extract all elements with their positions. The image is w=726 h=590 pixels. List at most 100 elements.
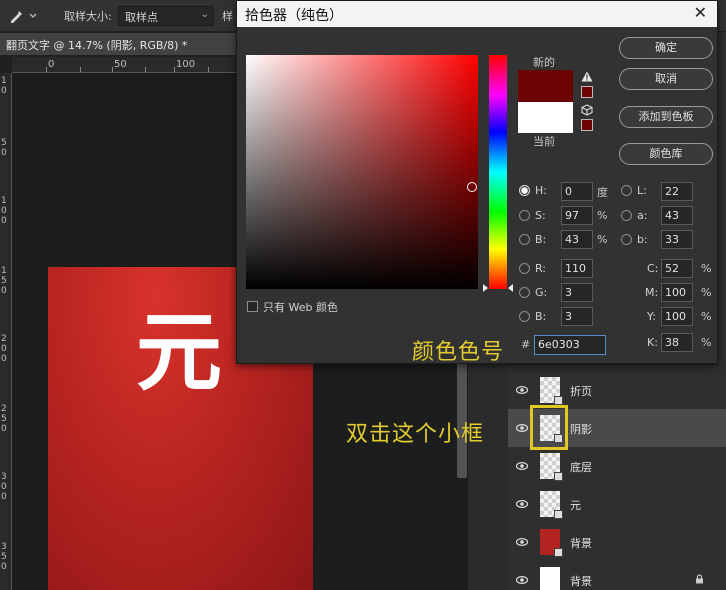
hue-slider[interactable]: [489, 55, 507, 289]
eye-icon[interactable]: [515, 460, 529, 472]
web-safe-cube-icon[interactable]: [581, 104, 593, 116]
close-icon[interactable]: ✕: [694, 3, 707, 22]
radio-blue[interactable]: [519, 311, 530, 322]
cyan-label: C:: [647, 262, 659, 275]
layer-name: 背景: [570, 537, 592, 550]
hue-input[interactable]: 0: [561, 182, 593, 201]
gamut-warning-icon[interactable]: [581, 71, 593, 82]
add-to-swatches-button[interactable]: 添加到色板: [619, 106, 713, 128]
red-label: R:: [535, 262, 547, 275]
black-input[interactable]: 38: [661, 333, 693, 352]
web-colors-only-label: 只有 Web 颜色: [263, 301, 338, 314]
lab-a-input[interactable]: 43: [661, 206, 693, 225]
ruler-v-label: 0: [1, 482, 7, 492]
new-color-label: 新的: [533, 56, 555, 69]
ruler-v-label: 0: [1, 424, 7, 434]
new-color-swatch: [518, 70, 573, 102]
yellow-unit: %: [701, 310, 712, 323]
eye-icon[interactable]: [515, 384, 529, 396]
ruler-v-label: 0: [1, 86, 7, 96]
magenta-input[interactable]: 100: [661, 283, 693, 302]
yellow-label: Y:: [647, 310, 656, 323]
document-tab[interactable]: 翻页文字 @ 14.7% (阴影, RGB/8) *: [0, 33, 236, 55]
ok-button[interactable]: 确定: [619, 37, 713, 59]
chevron-down-icon: ⌄: [200, 9, 209, 20]
hue-slider-arrow-right-icon[interactable]: [508, 284, 513, 292]
radio-brightness[interactable]: [519, 234, 530, 245]
red-input[interactable]: 110: [561, 259, 593, 278]
current-color-swatch[interactable]: [518, 102, 573, 133]
ruler-v-label: 5: [1, 414, 7, 424]
eye-icon[interactable]: [515, 422, 529, 434]
web-safe-swatch[interactable]: [581, 119, 593, 131]
ruler-h-label: 100: [176, 59, 196, 70]
color-field-cursor[interactable]: [467, 182, 477, 192]
layer-row[interactable]: 背景: [508, 561, 726, 590]
radio-saturation[interactable]: [519, 210, 530, 221]
ruler-v-label: 0: [1, 148, 7, 158]
green-label: G:: [535, 286, 548, 299]
color-picker-dialog: 拾色器（纯色） ✕ 新的 当前 确定 取消 添加到色板 颜色库 H: 0 度 S…: [236, 0, 718, 365]
layer-row[interactable]: 底层: [508, 447, 726, 485]
ruler-v-label: 0: [1, 286, 7, 296]
green-input[interactable]: 3: [561, 283, 593, 302]
layer-name: 背景: [570, 575, 592, 588]
ruler-v-label: 0: [1, 216, 7, 226]
layer-thumbnail: [540, 491, 563, 519]
saturation-brightness-field[interactable]: [246, 55, 478, 289]
ruler-v-label: 0: [1, 206, 7, 216]
panel-divider: [468, 360, 508, 590]
layer-row[interactable]: 背景: [508, 523, 726, 561]
eyedropper-tool-icon[interactable]: [8, 8, 38, 24]
radio-lab-l[interactable]: [621, 185, 632, 196]
ruler-v-label: 2: [1, 404, 7, 414]
lock-icon[interactable]: [695, 574, 704, 584]
radio-hue[interactable]: [519, 185, 530, 196]
ruler-v-label: 5: [1, 276, 7, 286]
cyan-unit: %: [701, 262, 712, 275]
magenta-label: M:: [645, 286, 659, 299]
dialog-titlebar[interactable]: 拾色器（纯色） ✕: [237, 1, 717, 27]
eye-icon[interactable]: [515, 536, 529, 548]
cancel-button[interactable]: 取消: [619, 68, 713, 90]
ruler-v-label: 3: [1, 472, 7, 482]
radio-green[interactable]: [519, 287, 530, 298]
saturation-unit: %: [597, 209, 608, 222]
ruler-v-label: 0: [1, 562, 7, 572]
ruler-h-label: 50: [114, 59, 127, 70]
layer-thumbnail: [540, 529, 563, 557]
sample-size-select[interactable]: 取样点 ⌄: [118, 6, 214, 26]
web-colors-only-checkbox[interactable]: [247, 301, 258, 312]
ruler-v-label: 2: [1, 334, 7, 344]
layer-name: 折页: [570, 385, 592, 398]
ruler-v-label: 0: [1, 354, 7, 364]
eye-icon[interactable]: [515, 574, 529, 586]
lab-b-input[interactable]: 33: [661, 230, 693, 249]
hue-slider-arrow-left-icon[interactable]: [483, 284, 488, 292]
ruler-v-label: 5: [1, 552, 7, 562]
radio-lab-b[interactable]: [621, 234, 632, 245]
radio-red[interactable]: [519, 263, 530, 274]
cyan-input[interactable]: 52: [661, 259, 693, 278]
ruler-v-label: 1: [1, 76, 7, 86]
magenta-unit: %: [701, 286, 712, 299]
gamut-warning-swatch[interactable]: [581, 86, 593, 98]
ruler-h-label: 0: [48, 59, 55, 70]
hex-color-input[interactable]: 6e0303: [534, 335, 606, 355]
dialog-title: 拾色器（纯色）: [245, 8, 343, 24]
layer-name: 底层: [570, 461, 592, 474]
brightness-label: B:: [535, 233, 547, 246]
saturation-input[interactable]: 97: [561, 206, 593, 225]
layer-row[interactable]: 元: [508, 485, 726, 523]
lab-l-input[interactable]: 22: [661, 182, 693, 201]
sample-size-label: 取样大小:: [64, 10, 112, 23]
blue-label: B:: [535, 310, 547, 323]
saturation-label: S:: [535, 209, 546, 222]
blue-input[interactable]: 3: [561, 307, 593, 326]
eye-icon[interactable]: [515, 498, 529, 510]
brightness-input[interactable]: 43: [561, 230, 593, 249]
yellow-input[interactable]: 100: [661, 307, 693, 326]
radio-lab-a[interactable]: [621, 210, 632, 221]
color-libraries-button[interactable]: 颜色库: [619, 143, 713, 165]
layer-row[interactable]: 折页: [508, 371, 726, 409]
